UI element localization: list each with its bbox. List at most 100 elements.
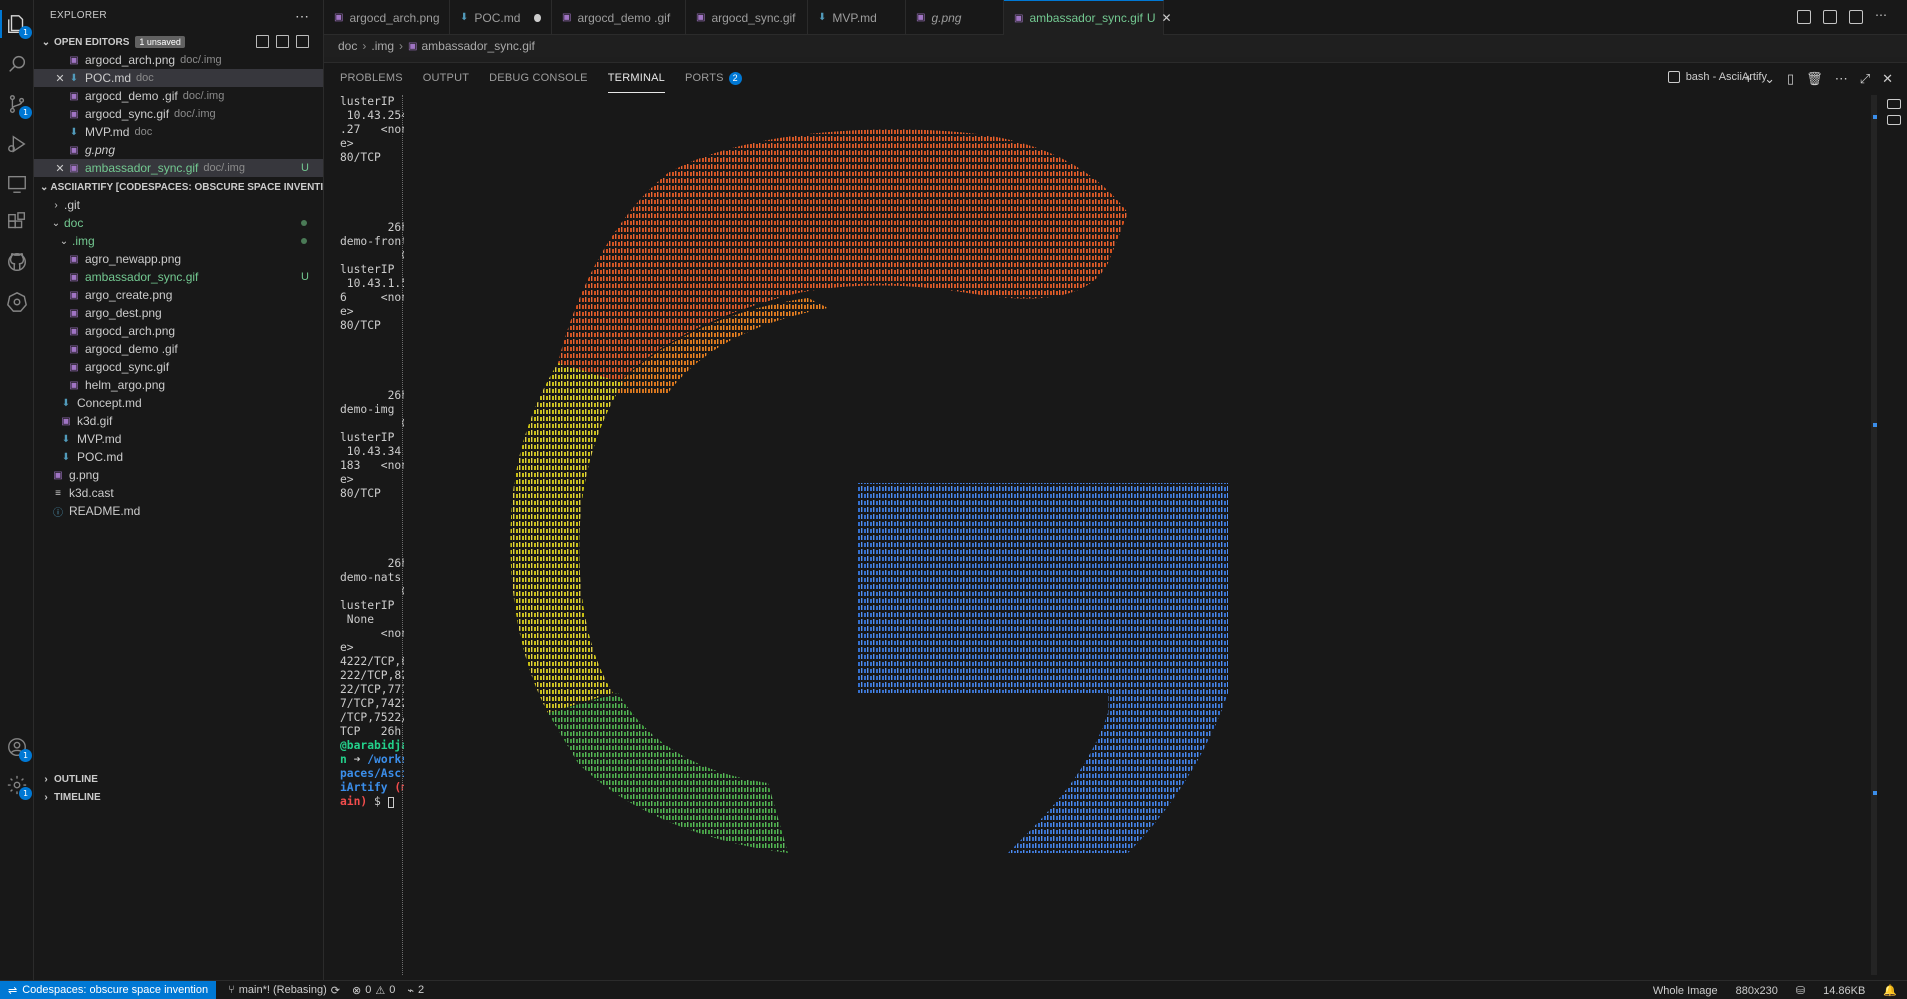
source-control-icon[interactable]: 1	[5, 92, 32, 119]
timeline-header[interactable]: › TIMELINE	[34, 788, 323, 806]
breadcrumb-item[interactable]: .img	[371, 39, 394, 53]
terminal-line: e>	[340, 473, 354, 486]
close-icon[interactable]: ✕	[54, 72, 66, 85]
prompt-line: paces/Asci	[340, 767, 404, 781]
open-editor-dir: doc/.img	[203, 162, 245, 174]
tree-file[interactable]: ▣ k3d.gif	[34, 412, 323, 430]
terminal-instance-icon[interactable]	[1887, 99, 1901, 109]
branch-status[interactable]: ⑂ main*! (Rebasing) ⟳	[228, 984, 340, 997]
terminal-scrollbar[interactable]	[1871, 95, 1877, 975]
close-panel-icon[interactable]: ✕	[1882, 71, 1893, 87]
tree-file[interactable]: ▣ argocd_demo .gif	[34, 340, 323, 358]
workspace-header[interactable]: ⌄ ASCIIARTIFY [CODESPACES: OBSCURE SPACE…	[34, 178, 323, 196]
open-editor-item[interactable]: ▣ argocd_sync.gif doc/.img	[34, 105, 323, 123]
accounts-icon[interactable]: 1	[5, 735, 32, 762]
unsaved-dot-icon[interactable]	[534, 13, 541, 22]
breadcrumb-item[interactable]: doc	[338, 39, 357, 53]
tree-file[interactable]: ▣ g.png	[34, 466, 323, 484]
tree-file[interactable]: ⬇ POC.md	[34, 448, 323, 466]
open-editor-item[interactable]: ✕ ▣ ambassador_sync.gif doc/.img U	[34, 159, 323, 177]
close-all-icon[interactable]	[296, 35, 309, 48]
tab-ports[interactable]: PORTS 2	[685, 63, 742, 93]
tree-folder[interactable]: ⌄ .img	[34, 232, 323, 250]
tree-item-label: .img	[72, 234, 95, 248]
kubernetes-icon[interactable]	[5, 290, 29, 314]
problems-status[interactable]: ⊗ 0 ⚠ 0	[352, 984, 395, 997]
tree-file[interactable]: ▣ argo_create.png	[34, 286, 323, 304]
remote-icon: ⇌	[8, 984, 18, 997]
terminal-output[interactable]: lusterIP 10.43.254.27 <non e> 80/TCP 26h de…	[340, 95, 404, 979]
ports-icon: ⌁	[407, 984, 414, 997]
tree-file[interactable]: ▣ argo_dest.png	[34, 304, 323, 322]
open-editor-item[interactable]: ✕ ⬇ POC.md doc	[34, 69, 323, 87]
editor-tab[interactable]: ▣ g.png	[906, 0, 1004, 35]
tab-debug-console[interactable]: DEBUG CONSOLE	[489, 63, 588, 93]
tree-file[interactable]: ⓘ README.md	[34, 502, 323, 520]
open-editor-item[interactable]: ⬇ MVP.md doc	[34, 123, 323, 141]
editor-tab[interactable]: ⬇ MVP.md	[808, 0, 906, 35]
prompt-path-end: iArtify	[340, 781, 388, 794]
close-icon[interactable]: ✕	[54, 162, 66, 175]
tree-folder[interactable]: ⌄ doc	[34, 214, 323, 232]
maximize-panel-icon[interactable]: ⤢	[1860, 71, 1870, 87]
editor-tab[interactable]: ▣ argocd_arch.png	[324, 0, 450, 35]
ports-status[interactable]: ⌁ 2	[407, 984, 424, 997]
kill-terminal-icon[interactable]: 🗑	[1806, 71, 1823, 87]
open-editor-item[interactable]: ▣ argocd_arch.png doc/.img	[34, 51, 323, 69]
terminal-dropdown-icon[interactable]: ⌄	[1764, 71, 1775, 87]
run-debug-icon[interactable]	[5, 132, 29, 156]
close-icon[interactable]: ✕	[1162, 11, 1172, 25]
breadcrumb-item[interactable]: ambassador_sync.gif	[421, 39, 534, 53]
terminal-line: <non	[340, 627, 404, 640]
editor-tab[interactable]: ⬇ POC.md	[450, 0, 552, 35]
unsaved-badge: 1 unsaved	[135, 36, 185, 48]
save-all-icon[interactable]	[276, 35, 289, 48]
tree-file[interactable]: ▣ agro_newapp.png	[34, 250, 323, 268]
split-editor-icon[interactable]	[1849, 10, 1863, 24]
tab-problems[interactable]: PROBLEMS	[340, 63, 403, 93]
tree-file[interactable]: ⬇ Concept.md	[34, 394, 323, 412]
split-terminal-icon[interactable]: ▯	[1787, 71, 1794, 87]
new-terminal-icon[interactable]: +	[1745, 71, 1753, 87]
open-editors-header[interactable]: ⌄ OPEN EDITORS 1 unsaved	[34, 33, 323, 51]
github-icon[interactable]	[5, 250, 29, 274]
tree-folder[interactable]: › .git	[34, 196, 323, 214]
tree-file[interactable]: ▣ argocd_arch.png	[34, 322, 323, 340]
tree-file[interactable]: ≡ k3d.cast	[34, 484, 323, 502]
sync-icon[interactable]: ⟳	[331, 984, 340, 997]
tree-file[interactable]: ▣ argocd_sync.gif	[34, 358, 323, 376]
open-editor-item[interactable]: ▣ g.png	[34, 141, 323, 159]
explorer-icon[interactable]: 1	[5, 12, 32, 39]
remote-explorer-icon[interactable]	[5, 172, 29, 196]
compare-icon[interactable]	[1823, 10, 1837, 24]
tree-file[interactable]: ▣ ambassador_sync.gif U	[34, 268, 323, 286]
new-untitled-file-icon[interactable]	[256, 35, 269, 48]
editor-tab[interactable]: ▣ argocd_demo .gif	[552, 0, 686, 35]
open-editor-item[interactable]: ▣ argocd_demo .gif doc/.img	[34, 87, 323, 105]
tree-item-label: argo_create.png	[85, 288, 173, 302]
search-icon[interactable]	[5, 52, 29, 76]
tree-item-label: argocd_demo .gif	[85, 342, 178, 356]
notifications-icon[interactable]: 🔔	[1883, 984, 1897, 997]
editor-tab[interactable]: ▣ ambassador_sync.gif U ✕	[1004, 0, 1172, 35]
more-actions-icon[interactable]: ⋯	[295, 8, 309, 25]
terminal-line: 80/TCP	[340, 151, 381, 164]
more-actions-icon[interactable]: ⋯	[1875, 9, 1889, 24]
tab-output[interactable]: OUTPUT	[423, 63, 469, 93]
editor-tab[interactable]: ▣ argocd_sync.gif	[686, 0, 808, 35]
extensions-icon[interactable]	[5, 210, 29, 234]
more-actions-icon[interactable]: ⋯	[1835, 71, 1848, 87]
zoom-mode[interactable]: Whole Image	[1653, 985, 1718, 997]
tree-file[interactable]: ▣ helm_argo.png	[34, 376, 323, 394]
remote-indicator[interactable]: ⇌ Codespaces: obscure space invention	[0, 980, 217, 999]
outline-header[interactable]: › OUTLINE	[34, 770, 323, 788]
open-preview-icon[interactable]	[1797, 10, 1811, 24]
tree-file[interactable]: ⬇ MVP.md	[34, 430, 323, 448]
tab-terminal[interactable]: TERMINAL	[607, 63, 665, 93]
tree-item-label: doc	[64, 216, 84, 230]
terminal-instance-icon[interactable]	[1887, 115, 1901, 125]
git-status: U	[301, 162, 309, 174]
settings-gear-icon[interactable]: 1	[5, 773, 32, 800]
